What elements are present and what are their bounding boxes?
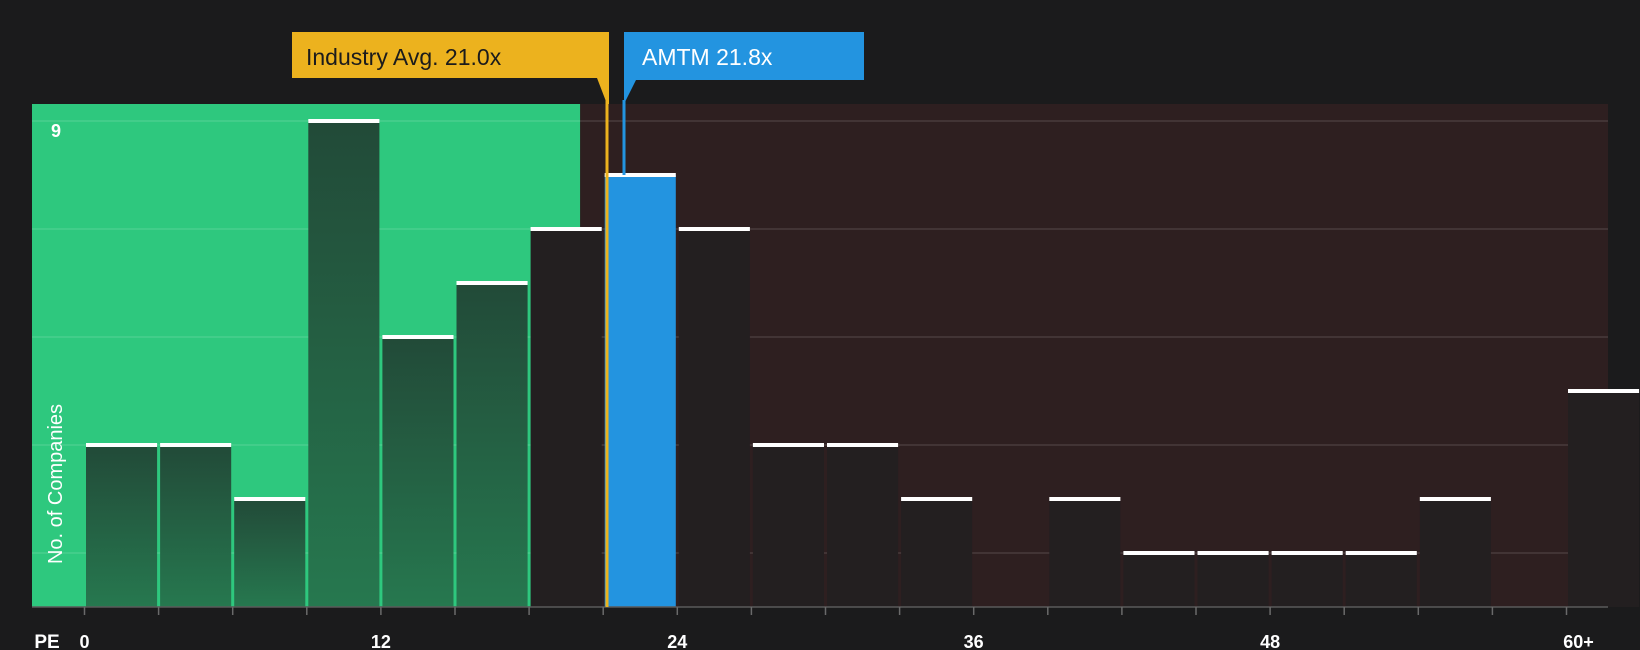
histogram-bar <box>1345 553 1417 607</box>
industry-avg-label: Industry Avg. 21.0x <box>306 44 502 70</box>
histogram-bar <box>1568 391 1640 607</box>
histogram-bar <box>308 121 380 607</box>
y-tick-label: 9 <box>51 121 61 141</box>
bar-cap <box>1271 551 1343 555</box>
x-tick-label: 36 <box>964 632 984 650</box>
x-axis-label: PE <box>34 632 59 650</box>
histogram-bar <box>530 229 602 607</box>
histogram-bar <box>234 499 306 607</box>
histogram-bar <box>752 445 824 607</box>
histogram-bar <box>160 445 232 607</box>
bar-cap <box>604 173 676 177</box>
x-tick-label: 24 <box>667 632 687 650</box>
x-tick-label: 0 <box>79 632 89 650</box>
bar-cap <box>382 335 454 339</box>
bar-cap <box>752 443 824 447</box>
histogram-bar <box>1419 499 1491 607</box>
histogram-bar <box>1271 553 1343 607</box>
bar-cap <box>1123 551 1195 555</box>
bar-cap <box>456 281 528 285</box>
histogram-bar <box>1123 553 1195 607</box>
x-axis: 0 12 24 36 48 60+ <box>32 606 1608 650</box>
y-axis-label: No. of Companies <box>45 404 67 564</box>
bar-cap <box>1419 497 1491 501</box>
histogram-bar <box>827 445 899 607</box>
bar-cap <box>827 443 899 447</box>
bar-cap <box>86 443 158 447</box>
histogram-bar <box>901 499 973 607</box>
histogram-bar <box>456 283 528 607</box>
bar-cap <box>1197 551 1269 555</box>
histogram-bar <box>382 337 454 607</box>
bar-cap <box>160 443 232 447</box>
x-tick-label: 12 <box>371 632 391 650</box>
histogram-bar <box>604 175 676 607</box>
bar-cap <box>234 497 306 501</box>
bar-cap <box>901 497 973 501</box>
bar-cap <box>1049 497 1121 501</box>
bar-cap <box>1568 389 1640 393</box>
histogram-bar <box>1049 499 1121 607</box>
x-tick-label: 60+ <box>1563 632 1594 650</box>
bar-cap <box>308 119 380 123</box>
histogram-bar <box>86 445 158 607</box>
bar-cap <box>678 227 750 231</box>
bar-cap <box>1345 551 1417 555</box>
histogram-bar <box>678 229 750 607</box>
histogram-bar <box>1197 553 1269 607</box>
pe-distribution-chart: 9 0 12 24 36 48 60+ Industry Avg. 21.0x AMTM 2… <box>32 32 1640 650</box>
company-label: AMTM 21.8x <box>642 44 773 70</box>
bar-cap <box>530 227 602 231</box>
x-tick-label: 48 <box>1260 632 1280 650</box>
